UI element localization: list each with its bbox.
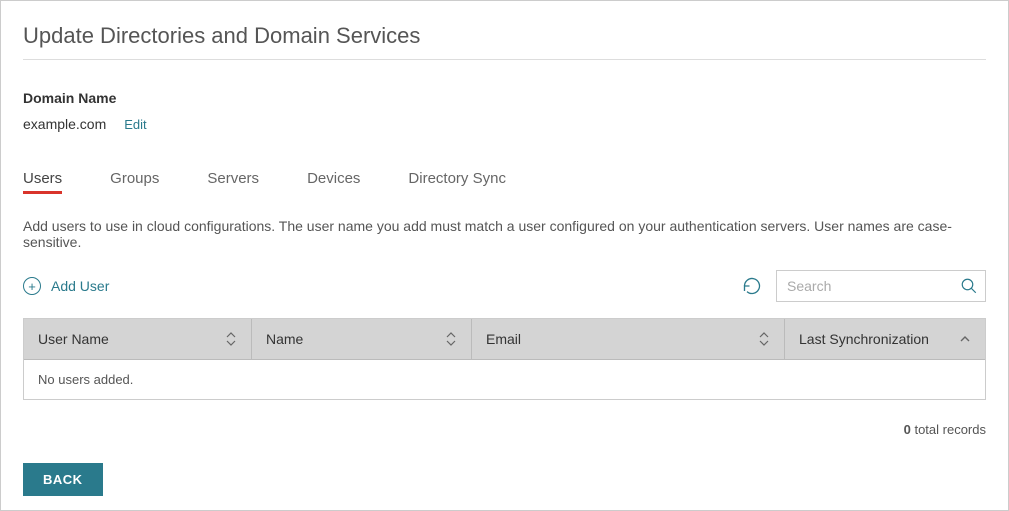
domain-value: example.com	[23, 116, 106, 132]
tab-description: Add users to use in cloud configurations…	[23, 218, 986, 250]
table-header: User Name Name Email Last Synchronizatio…	[24, 319, 985, 360]
column-header-email[interactable]: Email	[472, 319, 785, 359]
tab-groups[interactable]: Groups	[110, 170, 159, 193]
users-table: User Name Name Email Last Synchronizatio…	[23, 318, 986, 400]
column-header-user-name[interactable]: User Name	[24, 319, 252, 359]
records-suffix: total records	[911, 422, 986, 437]
tab-servers[interactable]: Servers	[207, 170, 259, 193]
add-user-label: Add User	[51, 278, 109, 294]
tab-bar: Users Groups Servers Devices Directory S…	[23, 170, 986, 194]
column-label: User Name	[38, 331, 109, 347]
domain-name-label: Domain Name	[23, 90, 986, 106]
edit-link[interactable]: Edit	[124, 117, 146, 132]
column-label: Email	[486, 331, 521, 347]
refresh-icon[interactable]	[742, 276, 762, 296]
page-title: Update Directories and Domain Services	[23, 23, 986, 60]
tab-devices[interactable]: Devices	[307, 170, 360, 193]
search-input[interactable]	[776, 270, 986, 302]
domain-line: example.com Edit	[23, 116, 986, 132]
search-wrap	[776, 270, 986, 302]
toolbar: + Add User	[23, 270, 986, 302]
empty-message: No users added.	[24, 360, 985, 399]
sort-icon	[445, 331, 457, 347]
table-body: No users added.	[24, 360, 985, 399]
tab-directory-sync[interactable]: Directory Sync	[408, 170, 506, 193]
chevron-up-icon	[959, 333, 971, 345]
column-label: Last Synchronization	[799, 331, 929, 347]
sort-icon	[225, 331, 237, 347]
back-button[interactable]: BACK	[23, 463, 103, 496]
toolbar-right	[742, 270, 986, 302]
column-header-name[interactable]: Name	[252, 319, 472, 359]
column-label: Name	[266, 331, 303, 347]
sort-icon	[758, 331, 770, 347]
plus-icon: +	[23, 277, 41, 295]
tab-users[interactable]: Users	[23, 170, 62, 193]
records-number: 0	[904, 422, 911, 437]
column-header-last-sync[interactable]: Last Synchronization	[785, 319, 985, 359]
records-count: 0 total records	[23, 422, 986, 437]
add-user-button[interactable]: + Add User	[23, 277, 109, 295]
